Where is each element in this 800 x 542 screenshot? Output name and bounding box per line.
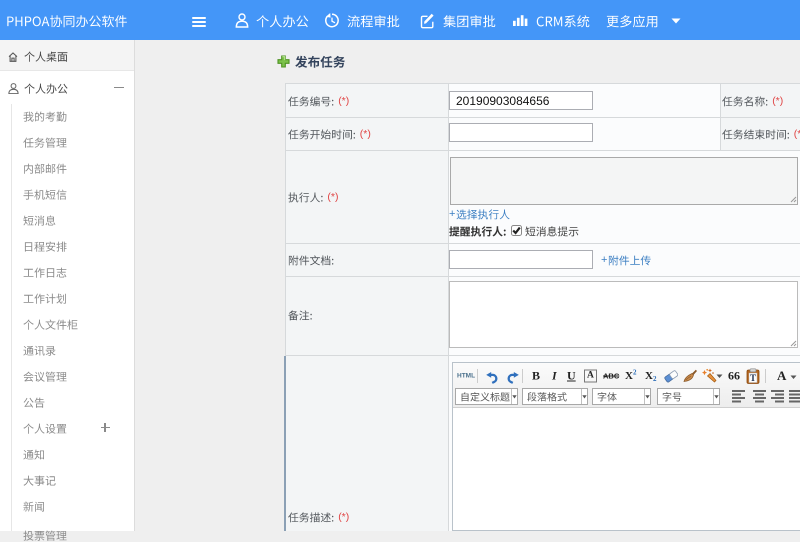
svg-text:T: T xyxy=(750,373,756,383)
